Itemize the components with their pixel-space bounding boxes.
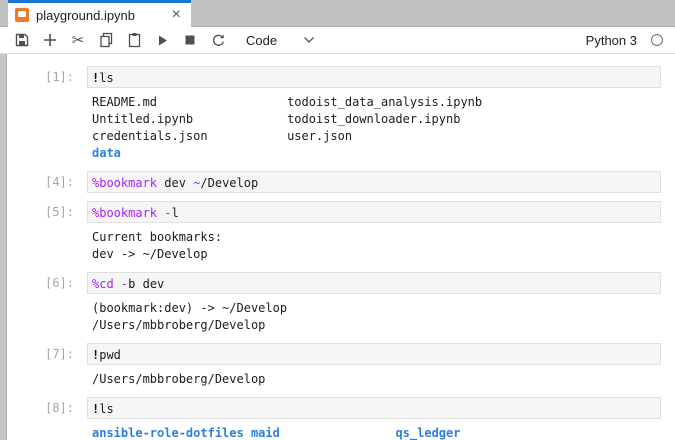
code-token: dev bbox=[157, 176, 193, 190]
output-line: dev -> ~/Develop bbox=[92, 246, 661, 263]
cell-code: %cd -b dev bbox=[88, 273, 660, 292]
code-token: README.md todoist_data_analysis.ipynb bbox=[92, 95, 482, 109]
output-line: data bbox=[92, 145, 661, 162]
code-token bbox=[244, 426, 251, 440]
kernel-name[interactable]: Python 3 bbox=[586, 33, 637, 48]
cell-execution-prompt: [1]: bbox=[8, 66, 87, 88]
output-line: Untitled.ipynb todoist_downloader.ipynb bbox=[92, 111, 661, 128]
directory-name: ansible-role-dotfiles bbox=[92, 426, 244, 440]
code-token: dev -> ~/Develop bbox=[92, 247, 208, 261]
notebook-cells: [1]:!lsREADME.md todoist_data_analysis.i… bbox=[0, 54, 675, 440]
notebook-file-icon bbox=[15, 8, 29, 22]
tab-playground-ipynb[interactable]: playground.ipynb × bbox=[8, 0, 191, 27]
close-icon[interactable]: × bbox=[170, 8, 183, 22]
cell-input-area: [6]:%cd -b dev bbox=[8, 272, 661, 294]
code-token: (bookmark:dev) -> ~/Develop bbox=[92, 301, 287, 315]
cell-code: !pwd bbox=[88, 344, 660, 363]
cell-input-area: [8]:!ls bbox=[8, 397, 661, 419]
run-cell-icon[interactable] bbox=[148, 28, 176, 52]
directory-name: data bbox=[92, 146, 121, 160]
cell-code: %bookmark dev ~/Develop bbox=[88, 172, 660, 191]
copy-cells-icon[interactable] bbox=[92, 28, 120, 52]
cell-code: !ls bbox=[88, 67, 660, 86]
cell-execution-prompt: [8]: bbox=[8, 397, 87, 419]
cut-cells-icon[interactable]: ✂ bbox=[64, 28, 92, 52]
code-token: /Develop bbox=[200, 176, 258, 190]
output-line: credentials.json user.json bbox=[92, 128, 661, 145]
add-cell-icon[interactable] bbox=[36, 28, 64, 52]
cell-code-editor[interactable]: !ls bbox=[87, 397, 661, 419]
notebook-cell: [1]:!lsREADME.md todoist_data_analysis.i… bbox=[8, 66, 661, 163]
code-token: /Users/mbbroberg/Develop bbox=[92, 318, 265, 332]
code-token bbox=[280, 426, 396, 440]
code-token: - bbox=[164, 206, 171, 220]
cell-code-editor[interactable]: !ls bbox=[87, 66, 661, 88]
paste-cells-icon[interactable] bbox=[120, 28, 148, 52]
cell-execution-prompt: [4]: bbox=[8, 171, 87, 193]
code-token: %cd bbox=[92, 277, 114, 291]
cell-output-area: README.md todoist_data_analysis.ipynb Unt… bbox=[87, 88, 661, 163]
cell-type-chevron-icon bbox=[303, 31, 315, 49]
kernel-status-icon[interactable] bbox=[651, 34, 663, 46]
code-token: credentials.json user.json bbox=[92, 129, 352, 143]
code-token: ls bbox=[99, 402, 113, 416]
left-sidebar-edge bbox=[0, 54, 7, 440]
cell-output-area: (bookmark:dev) -> ~/Develop/Users/mbbrob… bbox=[87, 294, 661, 335]
cell-code-editor[interactable]: %bookmark -l bbox=[87, 201, 661, 223]
cell-code-editor[interactable]: %bookmark dev ~/Develop bbox=[87, 171, 661, 193]
cell-input-area: [1]:!ls bbox=[8, 66, 661, 88]
cell-execution-prompt: [5]: bbox=[8, 201, 87, 223]
notebook-cell: [7]:!pwd/Users/mbbroberg/Develop bbox=[8, 343, 661, 389]
cell-output-area: ansible-role-dotfiles maid qs_ledger bbox=[87, 419, 661, 440]
code-token: %bookmark bbox=[92, 206, 157, 220]
notebook-panel: [1]:!lsREADME.md todoist_data_analysis.i… bbox=[0, 54, 675, 440]
code-token: /Users/mbbroberg/Develop bbox=[92, 372, 265, 386]
notebook-cell: [6]:%cd -b dev(bookmark:dev) -> ~/Develo… bbox=[8, 272, 661, 335]
directory-name: qs_ledger bbox=[395, 426, 460, 440]
cell-type-label: Code bbox=[246, 33, 277, 48]
tab-title: playground.ipynb bbox=[36, 8, 170, 23]
cell-output-area: /Users/mbbroberg/Develop bbox=[87, 365, 661, 389]
notebook-cell: [5]:%bookmark -lCurrent bookmarks:dev ->… bbox=[8, 201, 661, 264]
code-token: l bbox=[172, 206, 179, 220]
cell-code-editor[interactable]: !pwd bbox=[87, 343, 661, 365]
cell-input-area: [5]:%bookmark -l bbox=[8, 201, 661, 223]
cell-execution-prompt: [6]: bbox=[8, 272, 87, 294]
code-token: %bookmark bbox=[92, 176, 157, 190]
cell-execution-prompt: [7]: bbox=[8, 343, 87, 365]
code-token: b dev bbox=[128, 277, 164, 291]
output-line: README.md todoist_data_analysis.ipynb bbox=[92, 94, 661, 111]
cell-type-dropdown[interactable]: Code bbox=[246, 31, 315, 49]
output-line: /Users/mbbroberg/Develop bbox=[92, 317, 661, 334]
output-line: ansible-role-dotfiles maid qs_ledger bbox=[92, 425, 661, 440]
cell-input-area: [7]:!pwd bbox=[8, 343, 661, 365]
code-token: ls bbox=[99, 71, 113, 85]
cell-output-area: Current bookmarks: dev -> ~/Develop bbox=[87, 223, 661, 264]
output-line: (bookmark:dev) -> ~/Develop bbox=[92, 300, 661, 317]
output-line: Current bookmarks: bbox=[92, 229, 661, 246]
tab-bar: playground.ipynb × bbox=[0, 0, 675, 27]
code-token: Current bookmarks: bbox=[92, 230, 222, 244]
code-token bbox=[114, 277, 121, 291]
cell-code: %bookmark -l bbox=[88, 202, 660, 221]
interrupt-kernel-icon[interactable] bbox=[176, 28, 204, 52]
notebook-cell: [4]:%bookmark dev ~/Develop bbox=[8, 171, 661, 193]
restart-kernel-icon[interactable] bbox=[204, 28, 232, 52]
cell-input-area: [4]:%bookmark dev ~/Develop bbox=[8, 171, 661, 193]
directory-name: maid bbox=[251, 426, 280, 440]
cell-code-editor[interactable]: %cd -b dev bbox=[87, 272, 661, 294]
code-token: Untitled.ipynb todoist_downloader.ipynb bbox=[92, 112, 460, 126]
code-token: pwd bbox=[99, 348, 121, 362]
output-line: /Users/mbbroberg/Develop bbox=[92, 371, 661, 388]
cell-code: !ls bbox=[88, 398, 660, 417]
save-icon[interactable] bbox=[8, 28, 36, 52]
notebook-cell: [8]:!ls ansible-role-dotfiles maid qs_led… bbox=[8, 397, 661, 440]
notebook-toolbar: ✂ Code Python 3 bbox=[0, 27, 675, 54]
